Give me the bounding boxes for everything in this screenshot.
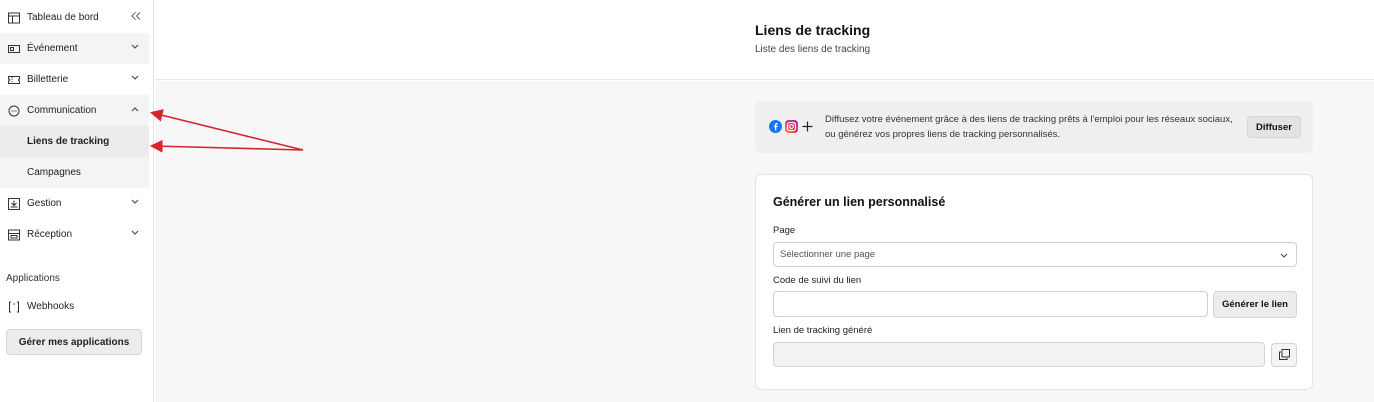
ticket-icon [8, 43, 20, 55]
chevron-up-icon [130, 104, 140, 114]
page-header [155, 0, 1374, 80]
sidebar-item-label: Communication [27, 105, 97, 116]
sidebar-item-gestion[interactable]: Gestion [0, 188, 149, 219]
sidebar-item-label: Événement [27, 43, 78, 54]
sidebar-item-webhooks[interactable]: Webhooks [0, 291, 149, 322]
chevron-down-icon [130, 42, 140, 52]
instagram-icon [785, 120, 798, 136]
generated-link-label: Lien de tracking généré [773, 325, 873, 336]
sidebar-item-tableau-de-bord[interactable]: Tableau de bord [0, 2, 149, 33]
sidebar-item-label: Réception [27, 229, 73, 240]
page-label: Page [773, 225, 796, 236]
chevron-down-icon [130, 197, 140, 207]
applications-section-label: Applications [6, 273, 60, 284]
sidebar-item-label: Billetterie [27, 74, 69, 85]
sidebar-item-label: Liens de tracking [27, 136, 110, 147]
store-icon [8, 229, 20, 241]
sidebar-item-reception[interactable]: Réception [0, 219, 149, 250]
sidebar-item-billetterie[interactable]: Billetterie [0, 64, 149, 95]
page-select-value: Sélectionner une page [780, 249, 876, 260]
page-subtitle: Liste des liens de tracking [755, 44, 871, 55]
facebook-icon [769, 120, 782, 136]
collapse-sidebar-icon[interactable] [131, 11, 141, 21]
tracking-code-label: Code de suivi du lien [773, 275, 862, 286]
card-title: Générer un lien personnalisé [773, 195, 946, 209]
manage-applications-button[interactable]: Gérer mes applications [6, 329, 142, 355]
share-banner: Diffusez votre événement grâce à des lie… [755, 101, 1313, 153]
banner-description: Diffusez votre événement grâce à des lie… [825, 114, 1233, 140]
sidebar-item-communication[interactable]: Communication [0, 95, 149, 126]
chevron-down-icon [130, 228, 140, 238]
diffuser-button[interactable]: Diffuser [1247, 116, 1301, 138]
chevron-down-icon [130, 73, 140, 83]
custom-link-card: Générer un lien personnalisé Page Sélect… [755, 174, 1313, 390]
sidebar-subitem-liens-de-tracking[interactable]: Liens de tracking [0, 126, 149, 157]
download-box-icon [8, 197, 20, 210]
sidebar-subitem-campagnes[interactable]: Campagnes [0, 157, 149, 188]
plus-icon [801, 120, 814, 136]
generated-link-field[interactable] [773, 342, 1265, 367]
layout-icon [8, 12, 20, 24]
chevron-down-icon [1280, 251, 1288, 262]
sidebar-item-label: Campagnes [27, 167, 81, 178]
sidebar: Tableau de bord Événement Billetterie Co… [0, 0, 154, 402]
chat-bubble-icon [8, 105, 20, 117]
ticket-stub-icon [8, 74, 20, 86]
tracking-code-input[interactable] [773, 291, 1208, 317]
copy-icon [1278, 348, 1290, 363]
sidebar-item-label: Webhooks [27, 301, 75, 312]
sidebar-item-label: Gestion [27, 198, 62, 209]
page-select[interactable]: Sélectionner une page [773, 242, 1297, 267]
page-title: Liens de tracking [755, 22, 871, 38]
generate-link-button[interactable]: Générer le lien [1213, 291, 1297, 318]
brackets-icon [8, 301, 20, 313]
sidebar-item-label: Tableau de bord [27, 12, 99, 23]
social-icons [769, 120, 814, 136]
sidebar-item-evenement[interactable]: Événement [0, 33, 149, 64]
copy-button[interactable] [1271, 343, 1297, 367]
